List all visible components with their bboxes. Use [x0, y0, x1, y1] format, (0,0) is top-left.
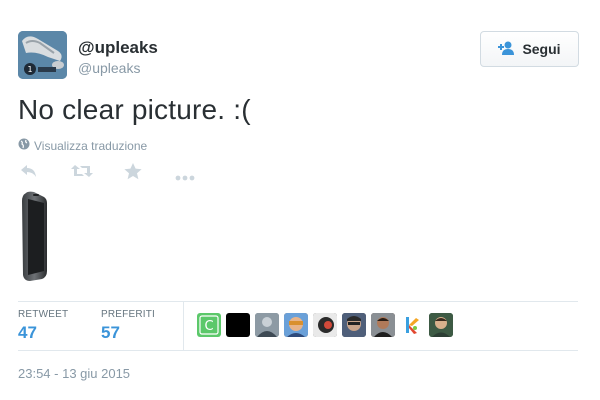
favorites-count-label: PREFERITI — [101, 309, 156, 320]
favoriter-avatar[interactable] — [313, 313, 337, 337]
follow-button[interactable]: Segui — [480, 31, 579, 67]
favoriter-avatar[interactable] — [371, 313, 395, 337]
favoriter-avatar[interactable] — [226, 313, 250, 337]
svg-text:1: 1 — [27, 65, 32, 74]
tweet-media-image[interactable] — [20, 191, 48, 281]
follow-button-label: Segui — [522, 41, 561, 57]
translate-link[interactable]: Visualizza traduzione — [18, 138, 147, 153]
tweet-card: 1 @upleaks @upleaks Segui No clear pictu… — [0, 0, 600, 400]
user-handle[interactable]: @upleaks — [78, 60, 140, 76]
avatar-image: 1 — [18, 31, 67, 79]
favorites-count[interactable]: 57 — [101, 323, 120, 343]
svg-text:C: C — [204, 319, 213, 334]
stats-divider-vertical — [183, 302, 184, 350]
favoriter-avatar[interactable] — [255, 313, 279, 337]
retweet-count[interactable]: 47 — [18, 323, 37, 343]
globe-icon — [18, 138, 30, 153]
more-icon[interactable] — [175, 168, 195, 186]
favoriter-avatar[interactable] — [284, 313, 308, 337]
stats-divider-top — [18, 301, 578, 302]
star-icon[interactable] — [124, 163, 142, 185]
stats-divider-bottom — [18, 350, 578, 351]
display-name[interactable]: @upleaks — [78, 38, 158, 58]
translate-label: Visualizza traduzione — [34, 138, 148, 153]
reply-icon[interactable] — [20, 163, 38, 184]
tweet-timestamp[interactable]: 23:54 - 13 giu 2015 — [18, 366, 130, 381]
retweet-icon[interactable] — [71, 163, 93, 184]
avatar[interactable]: 1 — [18, 31, 67, 79]
favoriter-avatar[interactable] — [429, 313, 453, 337]
tweet-text: No clear picture. :( — [18, 94, 251, 125]
favoriter-avatar[interactable] — [342, 313, 366, 337]
favoriter-avatar[interactable]: C — [197, 313, 221, 337]
add-person-icon — [498, 41, 516, 58]
favoriter-avatar[interactable] — [400, 313, 424, 337]
retweet-count-label: RETWEET — [18, 309, 69, 320]
